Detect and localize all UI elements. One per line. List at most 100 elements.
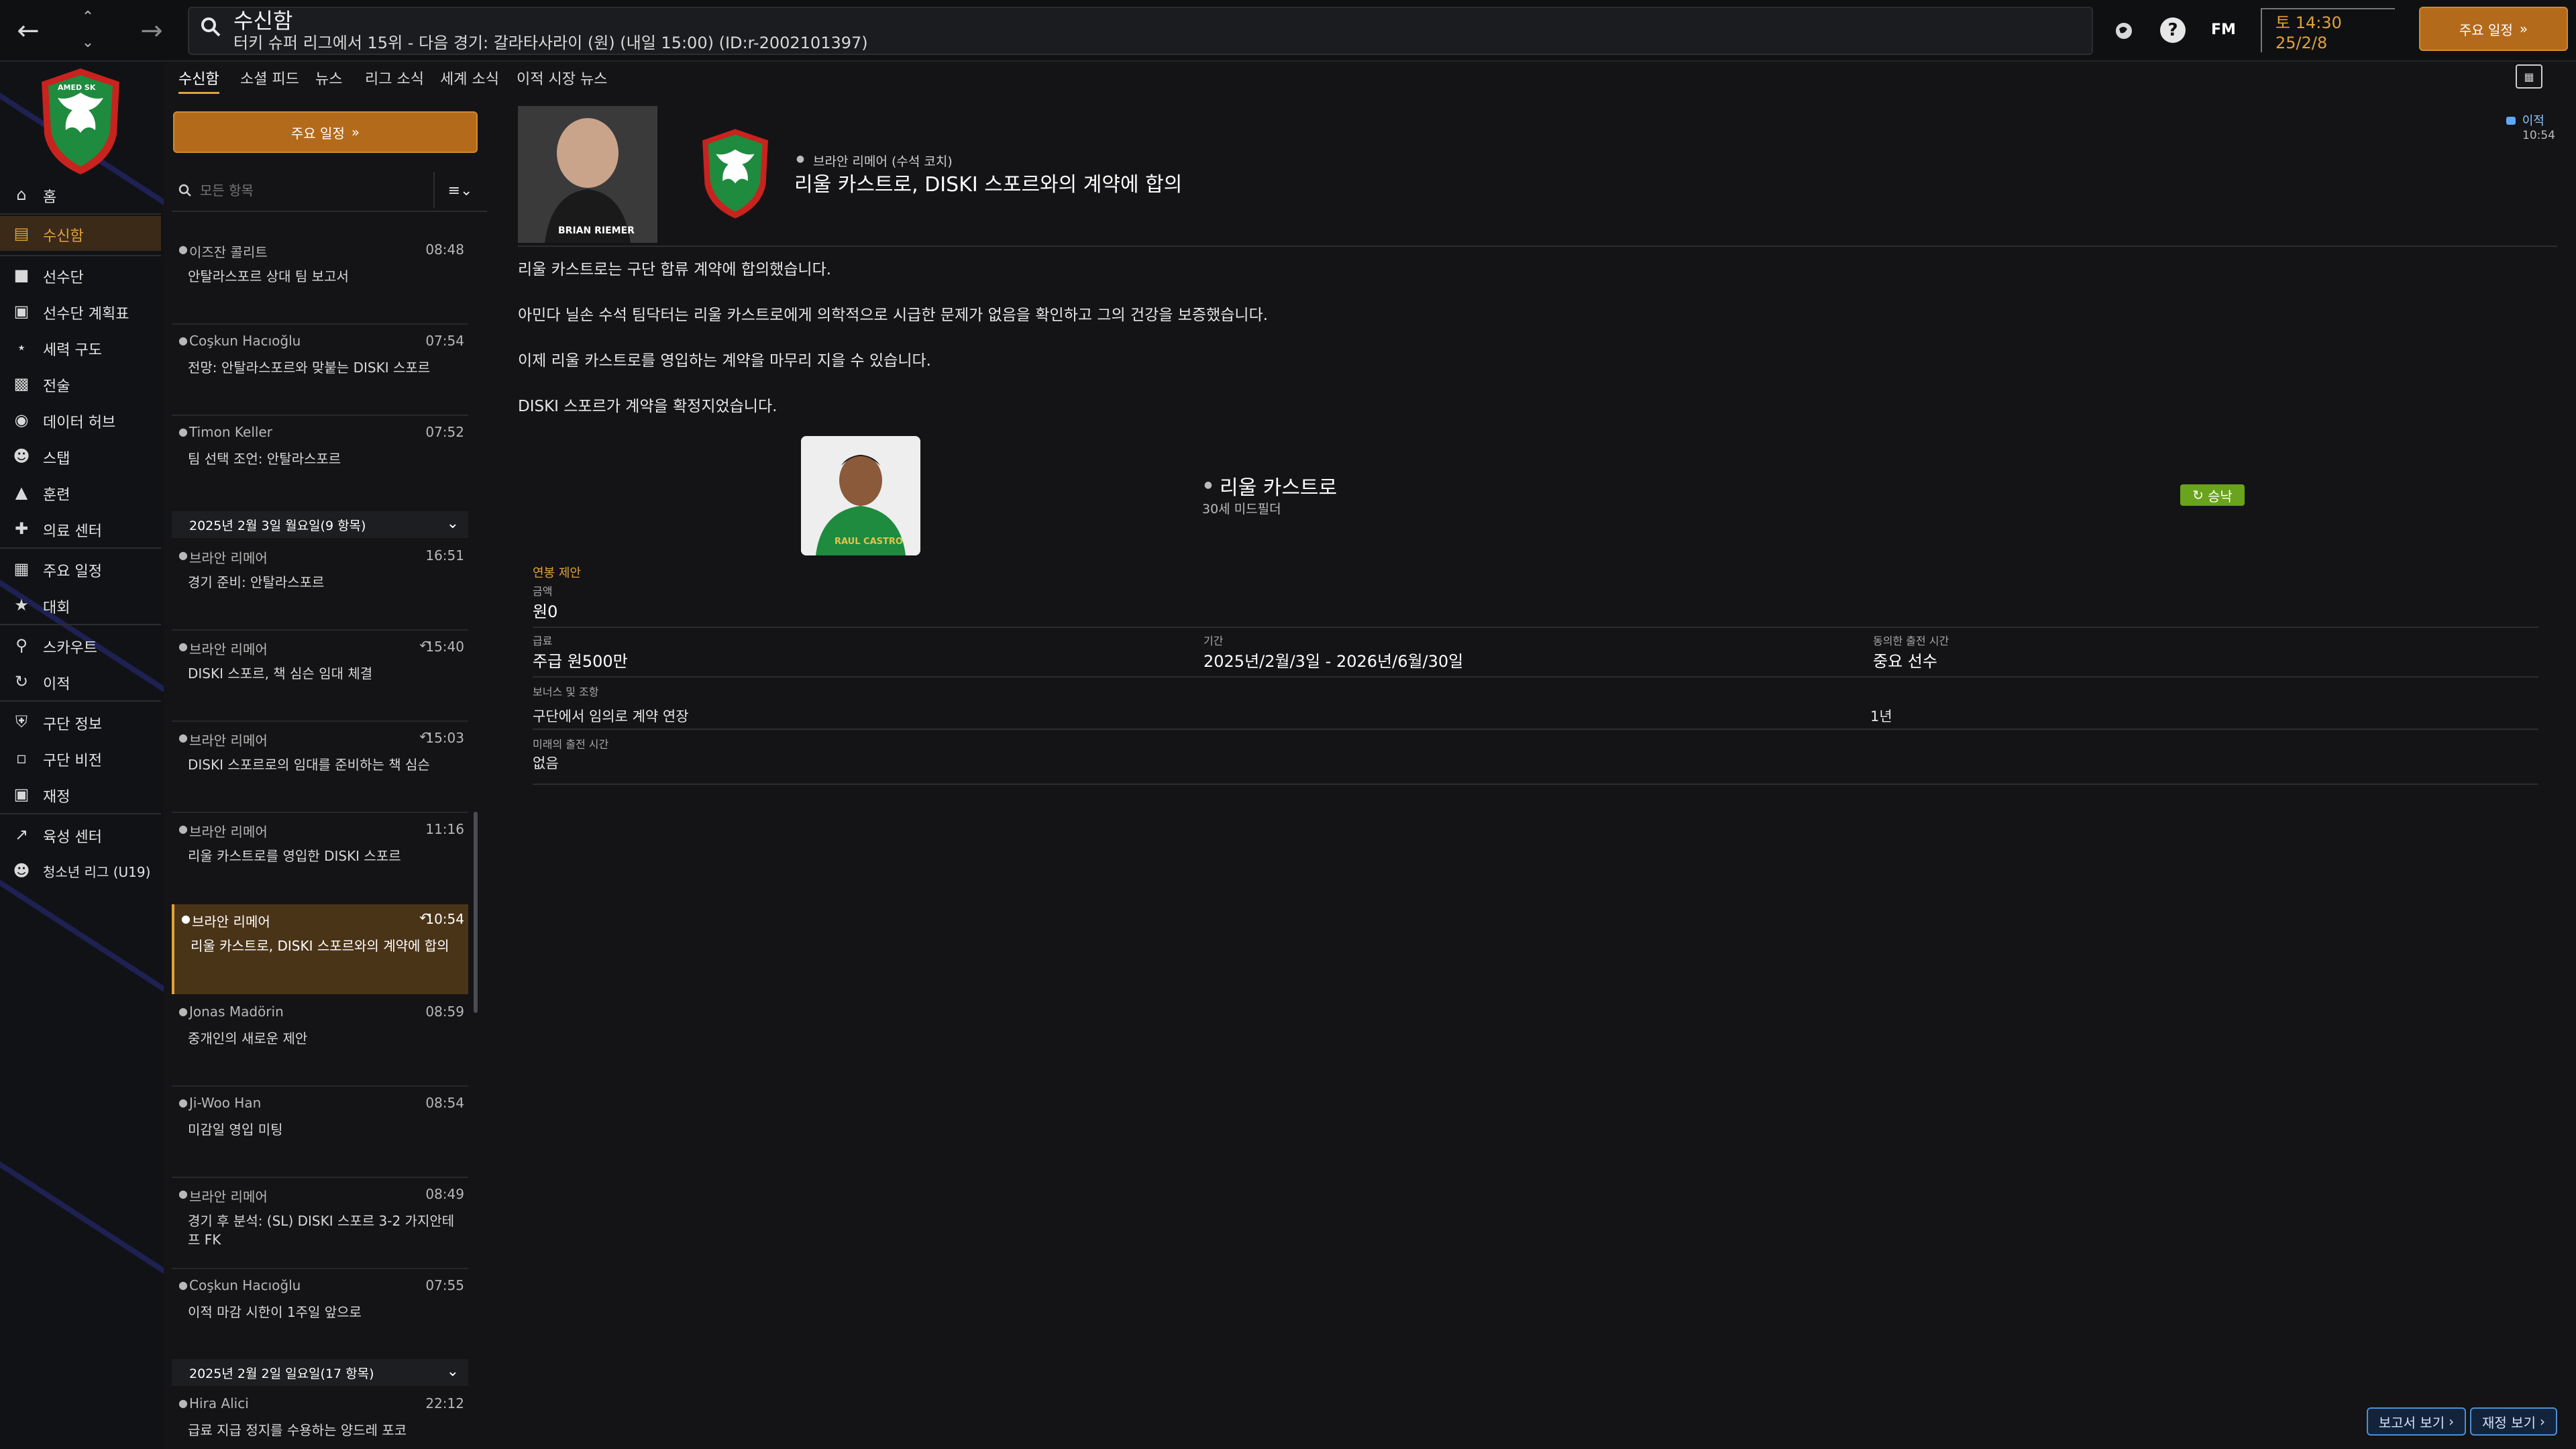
person-icon: ● — [178, 731, 188, 744]
tab-social-feed[interactable]: 소셜 피드 — [240, 67, 299, 94]
sidebar-item-label: 청소년 리그 (U19) — [43, 864, 151, 880]
person-icon: ● — [181, 912, 191, 925]
finance-icon: ▣ — [13, 785, 30, 804]
world-icon[interactable] — [2112, 19, 2136, 43]
sidebar-item-tactics[interactable]: ▩ 전술 — [0, 366, 161, 401]
message-sender: 이즈잔 콜리트 — [189, 244, 268, 260]
list-item[interactable]: ● 브라안 리메어 11:16 리울 카스트로를 영입한 DISKI 스포르 — [172, 814, 468, 902]
list-item[interactable]: ● Jonas Madörin 08:59 중개인의 새로운 제안 — [172, 997, 468, 1084]
sort-menu-icon[interactable]: ≡⌄ — [445, 180, 475, 201]
tab-news[interactable]: 뉴스 — [315, 67, 342, 94]
forward-arrow-icon[interactable]: → — [136, 15, 168, 46]
list-group-header[interactable]: 2025년 2월 2일 일요일(17 항목) ⌄ — [172, 1359, 468, 1386]
back-arrow-icon[interactable]: ← — [12, 15, 44, 46]
sidebar-item-scouting[interactable]: ⚲ 스카우트 — [0, 628, 161, 663]
list-group-header[interactable]: 2025년 2월 3일 월요일(9 항목) ⌄ — [172, 511, 468, 538]
message-time: 15:40 — [425, 639, 464, 655]
list-item-selected[interactable]: ● 브라안 리메어 ↶ 10:54 리울 카스트로, DISKI 스포르와의 계… — [172, 904, 468, 994]
sidebar-item-competitions[interactable]: ★ 대회 — [0, 588, 161, 623]
tab-world-news[interactable]: 세계 소식 — [440, 67, 499, 94]
tab-league-news[interactable]: 리그 소식 — [365, 67, 424, 94]
sidebar-decor-stripe — [0, 1135, 164, 1330]
list-item[interactable]: ● Coşkun Hacıoğlu 07:54 전망: 안탈라스포르와 맞붙는 … — [172, 326, 468, 413]
person-icon: ● — [178, 1005, 188, 1018]
message-tag[interactable]: 이적 — [2506, 111, 2544, 129]
contract-bonus-value: 1년 — [1870, 708, 1892, 724]
sidebar-item-finances[interactable]: ▣ 재정 — [0, 777, 161, 812]
list-item[interactable]: ● 브라안 리메어 ↶ 15:40 DISKI 스포르, 책 심슨 임대 체결 — [172, 632, 468, 719]
list-item[interactable]: ● 브라안 리메어 08:49 경기 후 분석: (SL) DISKI 스포르 … — [172, 1179, 468, 1267]
group-title: 2025년 2월 3일 월요일(9 항목) — [189, 518, 366, 533]
home-icon: ⌂ — [16, 185, 27, 204]
sidebar-item-squad-planner[interactable]: ▣ 선수단 계획표 — [0, 294, 161, 329]
list-divider — [172, 415, 468, 416]
view-report-label: 보고서 보기 — [2378, 1414, 2445, 1431]
game-date[interactable]: 25/2/8 — [2275, 34, 2327, 52]
tab-inbox[interactable]: 수신함 — [178, 67, 219, 94]
message-header-divider — [518, 246, 2557, 247]
double-chevron-right-icon: » — [2519, 21, 2528, 37]
list-item[interactable]: ● Ji-Woo Han 08:54 미감일 영입 미팅 — [172, 1088, 468, 1175]
up-arrow-icon[interactable]: ⌃ — [78, 7, 98, 27]
shirt-icon: ■ — [13, 266, 30, 284]
help-icon[interactable]: ? — [2160, 17, 2186, 43]
list-search-input[interactable] — [199, 178, 420, 203]
message-subject: 미감일 영입 미팅 — [188, 1122, 283, 1138]
view-finance-button[interactable]: 재정 보기 › — [2470, 1407, 2557, 1436]
sidebar-item-schedule[interactable]: ▦ 주요 일정 — [0, 551, 161, 586]
contract-wage-label: 급료 — [533, 635, 553, 647]
layout-toggle-icon[interactable]: ▦ — [2516, 64, 2542, 89]
sidebar-item-youth-league[interactable]: ☻ 청소년 리그 (U19) — [0, 853, 161, 888]
sidebar-item-transfers[interactable]: ↻ 이적 — [0, 664, 161, 699]
message-time: 08:59 — [425, 1004, 464, 1020]
sidebar-item-medical[interactable]: ✚ 의료 센터 — [0, 511, 161, 546]
message-sender: Jonas Madörin — [189, 1004, 284, 1020]
tab-transfer-news[interactable]: 이적 시장 뉴스 — [517, 67, 607, 94]
list-item[interactable]: ● 브라안 리메어 ↶ 15:03 DISKI 스포르로의 임대를 준비하는 책… — [172, 723, 468, 810]
view-report-button[interactable]: 보고서 보기 › — [2367, 1407, 2466, 1436]
contract-divider — [533, 627, 2538, 628]
contract-divider — [533, 729, 2538, 730]
list-item[interactable]: ● Coşkun Hacıoğlu 07:55 이적 마감 시한이 1주일 앞으… — [172, 1271, 468, 1358]
sidebar-item-club-vision[interactable]: ▫ 구단 비전 — [0, 741, 161, 775]
list-scrollbar[interactable] — [474, 812, 478, 1013]
sidebar-item-label: 훈련 — [43, 487, 70, 504]
sidebar-item-squad[interactable]: ■ 선수단 — [0, 258, 161, 292]
sidebar-item-inbox[interactable]: ▤ 수신함 — [0, 216, 161, 251]
list-schedule-button[interactable]: 주요 일정 » — [173, 111, 478, 153]
sidebar-item-training[interactable]: ▲ 훈련 — [0, 475, 161, 510]
sidebar-item-label: 주요 일정 — [43, 564, 102, 580]
sidebar-divider — [0, 700, 161, 702]
contract-role: 중요 선수 — [1873, 652, 1937, 671]
sidebar-item-club-info[interactable]: ⛨ 구단 정보 — [0, 704, 161, 739]
sidebar-item-dynamics[interactable]: ⋆ 세력 구도 — [0, 330, 161, 365]
list-item[interactable]: ● Timon Keller 07:52 팀 선택 조언: 안탈라스포르 — [172, 417, 468, 504]
inbox-icon: ▤ — [13, 224, 30, 243]
person-icon: ● — [178, 334, 188, 347]
player-name[interactable]: 리울 카스트로 — [1220, 471, 1337, 500]
header-schedule-button[interactable]: 주요 일정 » — [2419, 7, 2568, 51]
sender-photo — [518, 106, 657, 243]
message-subject: DISKI 스포르로의 임대를 준비하는 책 심슨 — [188, 757, 430, 773]
message-subject: 중개인의 새로운 제안 — [188, 1030, 308, 1046]
sidebar-item-development[interactable]: ↗ 육성 센터 — [0, 817, 161, 852]
shield-icon: ⛨ — [15, 712, 28, 731]
message-subject: 리울 카스트로를 영입한 DISKI 스포르 — [188, 848, 401, 864]
list-item[interactable]: ● 이즈잔 콜리트 08:48 안탈라스포르 상대 팀 보고서 — [172, 235, 468, 322]
person-icon: ● — [178, 1187, 188, 1200]
club-logo[interactable] — [38, 66, 123, 177]
down-arrow-icon[interactable]: ⌄ — [78, 32, 98, 52]
message-time: 11:16 — [425, 821, 464, 837]
sidebar-item-staff[interactable]: ☻ 스탭 — [0, 439, 161, 474]
message-subject: 경기 후 분석: (SL) DISKI 스포르 3-2 가지안테프 FK — [188, 1213, 455, 1248]
list-item[interactable]: ● Hira Alici 22:12 급료 지급 정지를 수용하는 양드레 포코 — [172, 1389, 468, 1449]
message-sender: 브라안 리메어 (수석 코치) — [813, 154, 953, 169]
scout-icon: ⚲ — [15, 636, 28, 655]
game-day-time[interactable]: 토 14:30 — [2275, 9, 2342, 33]
sidebar-item-home[interactable]: ⌂ 홈 — [0, 177, 161, 212]
search-icon — [199, 15, 223, 39]
sidebar-item-label: 대회 — [43, 600, 70, 616]
sender-photo-caption: BRIAN RIEMER — [558, 225, 635, 236]
sidebar-item-data-hub[interactable]: ◉ 데이터 허브 — [0, 402, 161, 437]
list-item[interactable]: ● 브라안 리메어 16:51 경기 준비: 안탈라스포르 — [172, 541, 468, 628]
